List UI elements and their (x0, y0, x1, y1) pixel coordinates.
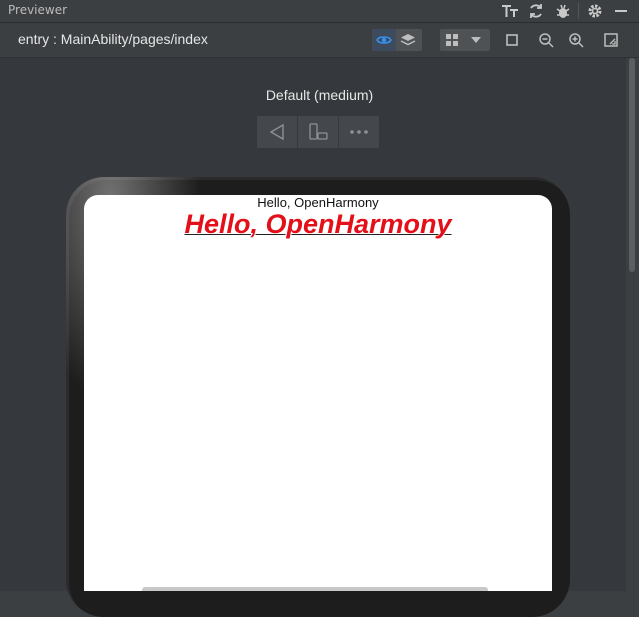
layers-icon[interactable] (396, 29, 420, 51)
more-icon[interactable] (338, 116, 379, 148)
fullscreen-icon[interactable] (601, 30, 621, 50)
minimize-icon[interactable] (611, 1, 631, 21)
fit-frame-icon[interactable] (502, 30, 522, 50)
view-mode-toggle (372, 29, 422, 51)
device-label: Default (medium) (265, 87, 374, 103)
back-icon[interactable] (257, 116, 297, 148)
vertical-scrollbar[interactable] (626, 58, 639, 591)
chevron-down-icon[interactable] (464, 29, 488, 51)
inspector-eye-icon[interactable] (372, 29, 396, 51)
zoom-out-icon[interactable] (536, 30, 556, 50)
rotate-device-icon[interactable] (297, 116, 338, 148)
hello-big-text: Hello, OpenHarmony (184, 209, 452, 239)
page-route-label: entry : MainAbility/pages/index (18, 31, 208, 47)
previewer-toolbar: entry : MainAbility/pages/index (0, 23, 639, 58)
home-indicator (142, 587, 488, 591)
panel-title: Previewer (8, 3, 68, 17)
refresh-icon[interactable] (526, 1, 546, 21)
panel-titlebar: Previewer (0, 0, 639, 23)
zoom-in-icon[interactable] (566, 30, 586, 50)
device-controls (257, 116, 379, 148)
font-size-icon[interactable] (500, 1, 520, 21)
layout-dropdown[interactable] (440, 29, 490, 51)
device-screen[interactable]: Hello, OpenHarmony Hello, OpenHarmony (84, 195, 552, 591)
hello-small-text: Hello, OpenHarmony (257, 195, 379, 210)
bug-icon[interactable] (553, 1, 573, 21)
settings-icon[interactable] (585, 1, 605, 21)
grid-dropdown-icon[interactable] (440, 29, 464, 51)
